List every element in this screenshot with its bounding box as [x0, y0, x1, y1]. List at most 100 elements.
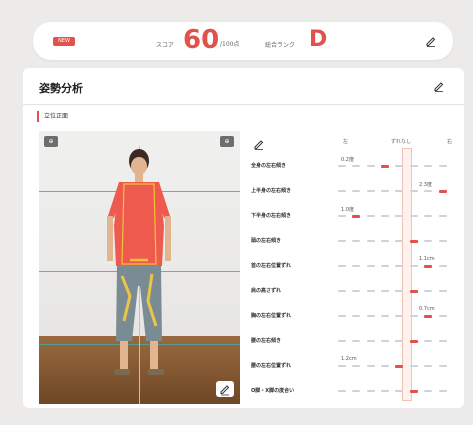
- scale-dash: [338, 315, 346, 317]
- scale-dash: [439, 390, 447, 392]
- deviation-table: 左 ずれなし 右 全身の左右傾き 0.2度 上半身の左右傾き 2.3度 下半身の…: [251, 138, 456, 404]
- scale-dash: [352, 365, 360, 367]
- scale-dash: [424, 165, 432, 167]
- scale-dash: [381, 240, 389, 242]
- scale-dash: [352, 340, 360, 342]
- deviation-marker: [410, 340, 418, 343]
- row-scale: [338, 290, 456, 294]
- row-label: 全身の左右傾き: [251, 163, 287, 169]
- center-column: [402, 148, 412, 401]
- scale-dash: [367, 165, 375, 167]
- person-figure: [107, 149, 171, 375]
- scale-dash: [381, 315, 389, 317]
- scale-dash: [439, 265, 447, 267]
- scale-dash: [439, 340, 447, 342]
- scale-dash: [424, 215, 432, 217]
- scale-dash: [410, 165, 418, 167]
- row-label: 胸の左右位置ずれ: [251, 313, 292, 319]
- scale-dash: [367, 190, 375, 192]
- scale-dash: [395, 240, 403, 242]
- photo-edit-button[interactable]: [216, 381, 234, 397]
- scale-dash: [367, 390, 375, 392]
- row-scale: [338, 390, 456, 394]
- row-scale: [338, 365, 456, 369]
- scale-dash: [424, 340, 432, 342]
- row-scale: [338, 315, 456, 319]
- scale-dash: [338, 165, 346, 167]
- row-label: 上半身の左右傾き: [251, 188, 292, 194]
- row-scale: [338, 165, 456, 169]
- scale-dash: [395, 190, 403, 192]
- scale-dash: [338, 265, 346, 267]
- scale-dash: [381, 265, 389, 267]
- scale-dash: [367, 290, 375, 292]
- scale-dash: [395, 340, 403, 342]
- photo-left-button[interactable]: ⊕: [44, 136, 58, 147]
- row-label: 首の左右位置ずれ: [251, 263, 292, 269]
- scale-dash: [381, 215, 389, 217]
- scale-dash: [410, 265, 418, 267]
- row-value: 0.2度: [341, 157, 354, 163]
- scale-dash: [395, 290, 403, 292]
- deviation-marker: [424, 315, 432, 318]
- scale-dash: [367, 215, 375, 217]
- scale-dash: [424, 190, 432, 192]
- row-label: 下半身の左右傾き: [251, 213, 292, 219]
- scale-dash: [424, 240, 432, 242]
- row-value: 1.1cm: [419, 256, 435, 262]
- pencil-icon[interactable]: [425, 35, 437, 47]
- score-max: /100点: [220, 41, 240, 48]
- scale-dash: [410, 365, 418, 367]
- score-label: スコア: [156, 42, 175, 49]
- row-scale: [338, 215, 456, 219]
- deviation-marker: [424, 265, 432, 268]
- new-badge: NEW: [53, 37, 75, 46]
- scale-dash: [352, 390, 360, 392]
- scale-dash: [338, 215, 346, 217]
- row-scale: [338, 265, 456, 269]
- scale-dash: [424, 290, 432, 292]
- col-left-header: 左: [343, 139, 349, 145]
- posture-photo: ⊕ ⊕: [39, 131, 240, 404]
- posture-analysis-card: 姿勢分析 立位正面 ⊕ ⊕ 左 ずれなし 右 全身の左右傾き 0.2度 上半身の…: [23, 68, 464, 408]
- row-scale: [338, 240, 456, 244]
- deviation-marker: [410, 390, 418, 393]
- score-header: NEW スコア 60 /100点 総合ランク D: [33, 22, 453, 60]
- deviation-marker: [439, 190, 447, 193]
- pencil-icon: [220, 385, 230, 396]
- scale-dash: [439, 290, 447, 292]
- scale-dash: [439, 315, 447, 317]
- scale-dash: [439, 365, 447, 367]
- scale-dash: [395, 165, 403, 167]
- row-scale: [338, 340, 456, 344]
- row-label: 頭の左右傾き: [251, 238, 282, 244]
- scale-dash: [395, 390, 403, 392]
- row-value: 1.0度: [341, 207, 354, 213]
- section-title: 姿勢分析: [39, 82, 83, 95]
- scale-dash: [395, 265, 403, 267]
- scale-dash: [367, 340, 375, 342]
- scale-dash: [352, 165, 360, 167]
- deviation-marker: [352, 215, 360, 218]
- row-scale: [338, 190, 456, 194]
- rank-label: 総合ランク: [265, 42, 296, 49]
- col-center-header: ずれなし: [391, 139, 412, 145]
- row-label: 肩の高さずれ: [251, 288, 282, 294]
- scale-dash: [352, 190, 360, 192]
- scale-dash: [338, 240, 346, 242]
- scale-dash: [367, 365, 375, 367]
- scale-dash: [381, 290, 389, 292]
- scale-dash: [338, 340, 346, 342]
- deviation-marker: [381, 165, 389, 168]
- scale-dash: [439, 240, 447, 242]
- scale-dash: [395, 315, 403, 317]
- scale-dash: [381, 365, 389, 367]
- scale-dash: [338, 365, 346, 367]
- subsection-label: 立位正面: [37, 111, 68, 122]
- row-value: 0.7cm: [419, 306, 435, 312]
- photo-right-button[interactable]: ⊕: [220, 136, 234, 147]
- scale-dash: [338, 290, 346, 292]
- pencil-icon[interactable]: [433, 80, 445, 92]
- pencil-icon[interactable]: [253, 138, 265, 150]
- row-value: 1.2cm: [341, 356, 357, 362]
